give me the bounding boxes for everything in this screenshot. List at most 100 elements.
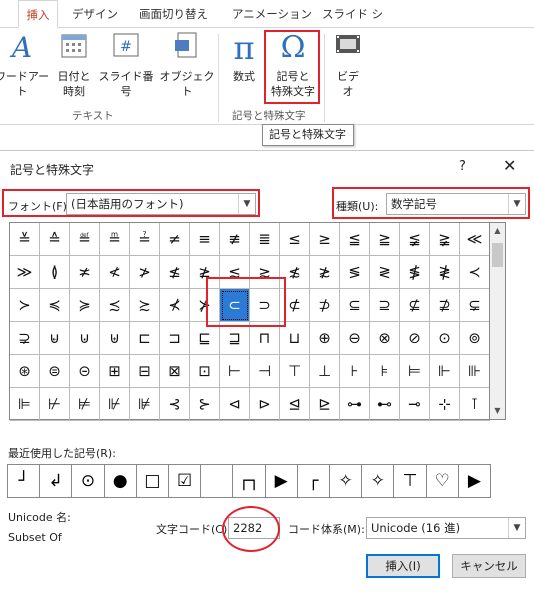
symbol-cell[interactable]: ⊬ <box>40 388 70 421</box>
help-icon[interactable]: ? <box>459 159 466 174</box>
symbol-cell[interactable]: ≾ <box>100 289 130 322</box>
symbol-cell[interactable]: ≧ <box>370 223 400 256</box>
symbol-cell[interactable]: ≸ <box>400 256 430 289</box>
symbol-cell[interactable]: ⊅ <box>310 289 340 322</box>
symbol-cell[interactable]: ≪ <box>460 223 490 256</box>
symbol-cell[interactable]: ⊕ <box>310 322 340 355</box>
tab-transitions[interactable]: 画面切り替え <box>139 0 208 28</box>
recent-symbol-cell[interactable]: ✧ <box>362 465 395 498</box>
symbol-cell[interactable]: ⊲ <box>220 388 250 421</box>
video-button[interactable]: ビデオ <box>332 30 364 99</box>
recent-symbol-cell[interactable]: ⊙ <box>72 465 105 498</box>
symbol-cell[interactable]: ⊗ <box>370 322 400 355</box>
recent-symbol-cell[interactable]: ♡ <box>426 465 459 498</box>
symbol-cell[interactable]: ⊌ <box>40 322 70 355</box>
tab-animations[interactable]: アニメーション <box>232 0 312 28</box>
recent-symbol-cell[interactable]: ↲ <box>40 465 73 498</box>
symbol-cell[interactable]: ≷ <box>370 256 400 289</box>
symbol-cell[interactable]: ≠ <box>160 223 190 256</box>
symbol-cell[interactable]: ≮ <box>100 256 130 289</box>
symbol-cell[interactable]: ⊰ <box>160 388 190 421</box>
symbol-cell[interactable]: ⊣ <box>250 355 280 388</box>
symbol-cell[interactable]: ≟ <box>130 223 160 256</box>
object-button[interactable]: オブジェクト <box>158 30 216 99</box>
symbol-cell[interactable]: ⊈ <box>400 289 430 322</box>
symbol-cell[interactable]: ≤ <box>280 223 310 256</box>
symbol-cell[interactable]: ≣ <box>250 223 280 256</box>
symbol-cell[interactable]: ≬ <box>40 256 70 289</box>
symbol-cell[interactable]: ≺ <box>460 256 490 289</box>
symbol-cell[interactable]: ≭ <box>70 256 100 289</box>
symbol-cell[interactable]: ≨ <box>400 223 430 256</box>
symbol-cell[interactable]: ⊧ <box>370 355 400 388</box>
symbol-cell[interactable]: ⊡ <box>190 355 220 388</box>
symbol-cell[interactable]: ⊀ <box>160 289 190 322</box>
symbol-cell[interactable]: ⊸ <box>400 388 430 421</box>
symbol-cell[interactable]: ⊞ <box>100 355 130 388</box>
recent-symbol-cell[interactable]: ☑ <box>169 465 202 498</box>
symbol-cell[interactable]: ⊱ <box>190 388 220 421</box>
symbol-cell[interactable]: ≫ <box>10 256 40 289</box>
symbol-cell[interactable]: ≥ <box>310 223 340 256</box>
symbol-cell[interactable]: ≩ <box>430 223 460 256</box>
recent-symbol-cell[interactable] <box>201 465 234 498</box>
symbol-cell[interactable]: ⊮ <box>100 388 130 421</box>
symbol-cell[interactable]: ⊊ <box>460 289 490 322</box>
symbol-cell[interactable]: ≹ <box>430 256 460 289</box>
symbol-cell[interactable]: ⊆ <box>340 289 370 322</box>
symbol-cell[interactable]: ⊹ <box>430 388 460 421</box>
symbol-cell[interactable]: ⊇ <box>370 289 400 322</box>
scroll-down-icon[interactable]: ▼ <box>490 403 505 419</box>
symbol-cell[interactable]: ⊦ <box>340 355 370 388</box>
symbol-cell[interactable]: ⊉ <box>430 289 460 322</box>
equation-button[interactable]: π 数式 <box>226 30 262 84</box>
symbol-cell[interactable]: ⊳ <box>250 388 280 421</box>
symbol-cell[interactable]: ⊘ <box>400 322 430 355</box>
symbol-cell[interactable]: ≻ <box>10 289 40 322</box>
symbol-cell[interactable]: ⊍ <box>70 322 100 355</box>
recent-symbol-cell[interactable]: ▶ <box>458 465 491 498</box>
tab-insert[interactable]: 挿入 <box>18 0 58 28</box>
tab-slideshow[interactable]: スライド シ <box>322 0 383 28</box>
cancel-button[interactable]: キャンセル <box>452 554 526 578</box>
symbol-cell[interactable]: ≡ <box>190 223 220 256</box>
symbol-cell[interactable]: ⊟ <box>130 355 160 388</box>
symbol-cell[interactable]: ⊝ <box>70 355 100 388</box>
symbol-cell[interactable]: ⊺ <box>460 388 490 421</box>
recent-symbol-cell[interactable]: ┌ <box>297 465 330 498</box>
symbol-cell[interactable]: ⊷ <box>370 388 400 421</box>
symbol-cell[interactable]: ≶ <box>340 256 370 289</box>
slide-number-button[interactable]: # スライド番号 <box>96 30 156 99</box>
recent-symbol-cell[interactable]: ⊤ <box>394 465 427 498</box>
symbol-cell[interactable]: ⊵ <box>310 388 340 421</box>
symbol-cell[interactable]: ⊛ <box>10 355 40 388</box>
recent-symbol-cell[interactable]: ┘ <box>8 465 41 498</box>
symbol-cell[interactable]: ≞ <box>100 223 130 256</box>
scroll-thumb[interactable] <box>492 243 503 267</box>
symbol-cell[interactable]: ⊯ <box>130 388 160 421</box>
recent-symbol-cell[interactable]: ▶ <box>265 465 298 498</box>
symbol-cell[interactable]: ⊙ <box>430 322 460 355</box>
symbol-cell[interactable]: ≯ <box>130 256 160 289</box>
symbol-cell[interactable]: ⊎ <box>100 322 130 355</box>
symbol-cell[interactable]: ⊫ <box>10 388 40 421</box>
symbol-cell[interactable]: ≵ <box>310 256 340 289</box>
symbol-cell[interactable]: ⊖ <box>340 322 370 355</box>
wordart-button[interactable]: A ワードアート <box>0 30 52 99</box>
symbol-cell[interactable]: ⊢ <box>220 355 250 388</box>
recent-symbol-cell[interactable]: ✧ <box>330 465 363 498</box>
close-icon[interactable]: ✕ <box>503 156 516 175</box>
symbol-cell[interactable]: ≰ <box>160 256 190 289</box>
recent-symbol-cell[interactable]: □ <box>136 465 169 498</box>
symbol-cell[interactable]: ⊩ <box>430 355 460 388</box>
symbol-cell[interactable]: ⊭ <box>70 388 100 421</box>
symbol-grid-scrollbar[interactable]: ▲ ▼ <box>489 222 506 420</box>
symbol-cell[interactable]: ⊐ <box>160 322 190 355</box>
symbol-cell[interactable]: ⊜ <box>40 355 70 388</box>
symbol-cell[interactable]: ≢ <box>220 223 250 256</box>
symbol-cell[interactable]: ⊴ <box>280 388 310 421</box>
symbol-cell[interactable]: ⊥ <box>310 355 340 388</box>
scroll-up-icon[interactable]: ▲ <box>490 223 505 239</box>
symbol-cell[interactable]: ⊨ <box>400 355 430 388</box>
symbol-cell[interactable]: ⊋ <box>10 322 40 355</box>
